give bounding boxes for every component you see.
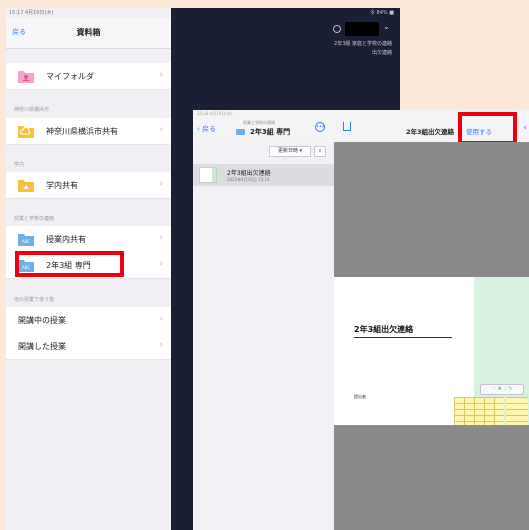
current-folder-info: 2年3組 家庭と学校の連絡 出欠連絡 bbox=[334, 40, 392, 58]
folder-title: 2年3組 専門 bbox=[250, 128, 291, 136]
file-thumbnail bbox=[199, 167, 217, 183]
sidebar-item-label: 授業内共有 bbox=[46, 235, 86, 244]
back-label: 戻る bbox=[202, 125, 217, 133]
sidebar-item-school-share[interactable]: 学内共有 › bbox=[6, 172, 171, 199]
class-folder-icon: ABC bbox=[18, 234, 34, 246]
folder-subtitle: 授業と学校の連絡 bbox=[243, 120, 275, 125]
info-line-2: 出欠連絡 bbox=[371, 50, 392, 56]
folder-icon bbox=[236, 129, 245, 135]
folder-sidebar: 15:17 4月10日(木) 戻る 資料箱 マイフォルダ › 神奈川県横浜市 神… bbox=[6, 8, 171, 530]
sidebar-item-label: 開講中の授業 bbox=[18, 316, 66, 325]
list-item[interactable]: 2年3組出欠連絡 2025年4月10日 15:14 bbox=[193, 164, 334, 186]
sidebar-item-pref-share[interactable]: 神奈川県横浜市共有 › bbox=[6, 118, 171, 145]
section-header-class: 授業と学校の連絡 bbox=[14, 216, 55, 222]
page-title: 2年3組出欠連絡 bbox=[354, 325, 414, 334]
document-page: 2年3組出欠連絡 提出者 ♡ ♣ ∴ ✎ bbox=[334, 277, 529, 425]
chevron-right-icon: › bbox=[159, 259, 163, 269]
chevron-left-icon[interactable]: ‹ bbox=[523, 123, 527, 133]
chevron-right-icon: › bbox=[159, 340, 163, 350]
chevron-right-icon: › bbox=[159, 125, 163, 135]
document-viewer: 2年3組出欠連絡 提出者 ♡ ♣ ∴ ✎ bbox=[334, 142, 529, 530]
sidebar-item-my-folder[interactable]: マイフォルダ › bbox=[6, 63, 171, 90]
file-meta: 2025年4月10日 15:14 bbox=[227, 177, 270, 182]
file-name: 2年3組出欠連絡 bbox=[227, 170, 271, 177]
section-header-other: 他の授業で使う箱 bbox=[14, 297, 55, 303]
sidebar-title: 資料箱 bbox=[76, 28, 101, 37]
more-icon[interactable]: ••• bbox=[315, 122, 325, 132]
chevron-down-icon[interactable]: ⌄ bbox=[383, 22, 390, 31]
document-title: 2年3組出欠連絡 bbox=[406, 128, 455, 136]
sidebar-item-label: 神奈川県横浜市共有 bbox=[46, 127, 118, 136]
section-header-pref: 神奈川県横浜市 bbox=[14, 107, 50, 113]
sort-direction-toggle[interactable]: ∨ bbox=[314, 146, 326, 157]
my-folder-icon bbox=[18, 71, 34, 83]
sidebar-item-class-share[interactable]: ABC 授業内共有 › bbox=[6, 226, 171, 253]
title-underline bbox=[354, 337, 452, 338]
highlight-box-use bbox=[458, 112, 517, 145]
highlight-box-folder bbox=[15, 251, 124, 277]
info-line-1: 2年3組 家庭と学校の連絡 bbox=[334, 41, 392, 47]
status-bar: 15:18 4月10日(木) bbox=[197, 111, 233, 116]
ipad-document-window: 15:18 4月10日(木) ‹ 戻る 授業と学校の連絡 2年3組 専門 •••… bbox=[193, 110, 529, 530]
svg-text:ABC: ABC bbox=[22, 239, 30, 244]
sidebar-item-ongoing[interactable]: 開講中の授業 › bbox=[6, 307, 171, 334]
sidebar-item-finished[interactable]: 開講した授業 › bbox=[6, 333, 171, 360]
attendance-sheet-thumbnail bbox=[454, 397, 504, 425]
file-list: 更新日時 ▾ ∨ 2年3組出欠連絡 2025年4月10日 15:14 bbox=[193, 142, 335, 530]
chevron-right-icon: › bbox=[159, 233, 163, 243]
back-button[interactable]: ‹ 戻る bbox=[197, 124, 216, 134]
chevron-right-icon: › bbox=[159, 70, 163, 80]
cloud-folder-icon bbox=[18, 126, 34, 138]
reaction-toolbar[interactable]: ♡ ♣ ∴ ✎ bbox=[480, 384, 524, 395]
attendance-sheet-thumbnail-2 bbox=[506, 397, 528, 425]
sidebar-item-label: 学内共有 bbox=[46, 181, 78, 190]
chevron-right-icon: › bbox=[159, 179, 163, 189]
sidebar-item-label: 開講した授業 bbox=[18, 342, 66, 351]
shared-folder-icon bbox=[18, 180, 34, 192]
chevron-right-icon: › bbox=[159, 314, 163, 324]
redacted-account-name bbox=[345, 22, 379, 36]
share-icon[interactable] bbox=[343, 122, 351, 131]
page-note: 提出者 bbox=[354, 394, 366, 399]
battery-status: 令 84% ■ bbox=[369, 10, 394, 16]
status-bar: 15:17 4月10日(木) bbox=[9, 10, 54, 16]
sidebar-item-label: マイフォルダ bbox=[46, 72, 94, 81]
sort-dropdown[interactable]: 更新日時 ▾ bbox=[269, 146, 311, 157]
section-header-school: 学内 bbox=[14, 162, 25, 168]
account-icon[interactable] bbox=[333, 25, 341, 33]
sidebar-navbar: 戻る 資料箱 bbox=[6, 18, 171, 49]
